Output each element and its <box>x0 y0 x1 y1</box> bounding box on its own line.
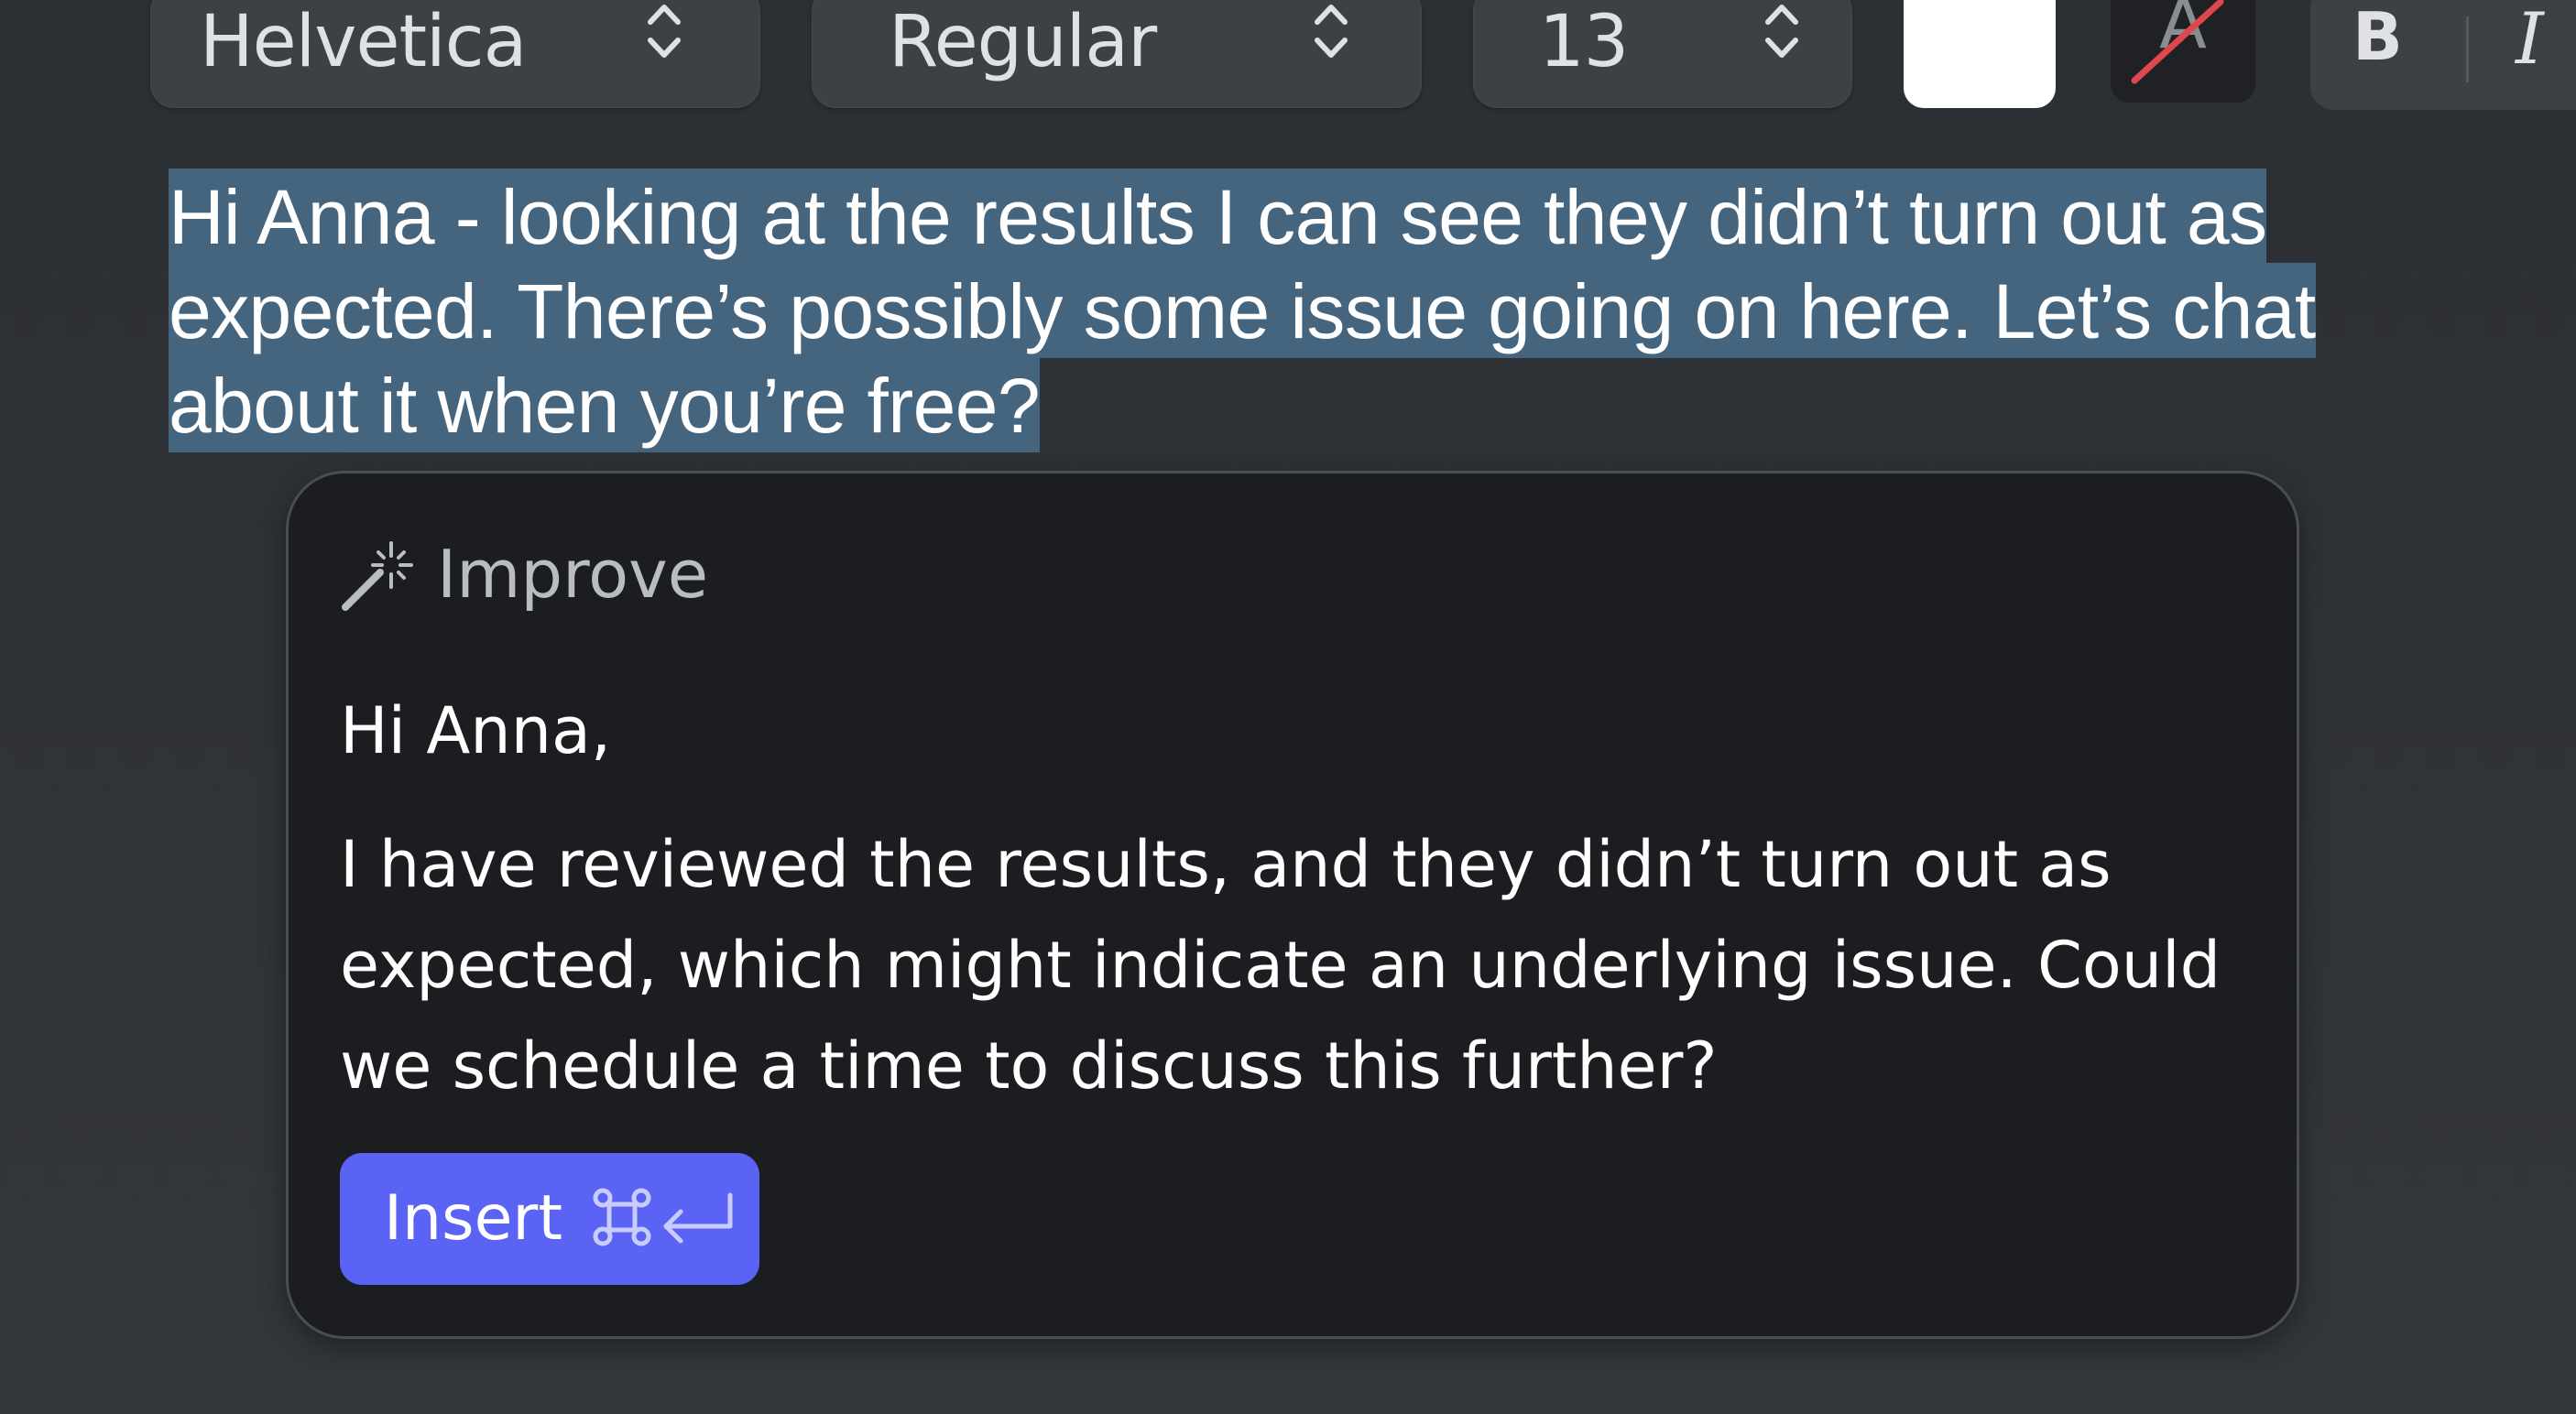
stepper-chevrons-icon <box>1315 5 1348 58</box>
stepper-chevrons-icon <box>1765 5 1798 58</box>
selected-text-block[interactable]: Hi Anna - looking at the results I can s… <box>169 169 2385 453</box>
magic-wand-icon <box>342 541 413 611</box>
insert-button[interactable]: Insert <box>340 1153 759 1285</box>
return-key-icon <box>663 1192 733 1244</box>
font-family-value: Helvetica <box>200 1 527 83</box>
font-size-select[interactable]: 13 <box>1473 0 1852 108</box>
font-family-select[interactable]: Helvetica <box>150 0 760 108</box>
suggestion-body: I have reviewed the results, and they di… <box>340 827 2221 1104</box>
suggestion-text: Hi Anna, I have reviewed the results, an… <box>340 680 2236 1116</box>
bold-button[interactable]: B <box>2352 0 2403 75</box>
font-size-value: 13 <box>1539 1 1629 83</box>
italic-button[interactable]: I <box>2516 0 2544 81</box>
improve-panel: Improve Hi Anna, I have reviewed the res… <box>286 471 2299 1339</box>
style-divider <box>2466 16 2469 82</box>
panel-title: Improve <box>437 536 709 613</box>
selected-text[interactable]: Hi Anna - looking at the results I can s… <box>169 169 2316 452</box>
text-color-swatch[interactable] <box>1904 0 2056 108</box>
stepper-chevrons-icon <box>648 5 681 58</box>
font-style-select[interactable]: Regular <box>812 0 1422 108</box>
format-toolbar: Helvetica Regular 13 A B I <box>0 0 2576 110</box>
suggestion-greeting: Hi Anna, <box>340 693 612 768</box>
insert-button-label: Insert <box>384 1182 563 1255</box>
insert-shortcut <box>593 1188 733 1246</box>
text-style-group: B I <box>2310 0 2576 110</box>
font-style-value: Regular <box>889 1 1157 83</box>
command-key-icon <box>593 1188 651 1246</box>
strikethrough-icon: A <box>2131 0 2224 84</box>
strikethrough-button[interactable]: A <box>2111 0 2255 103</box>
